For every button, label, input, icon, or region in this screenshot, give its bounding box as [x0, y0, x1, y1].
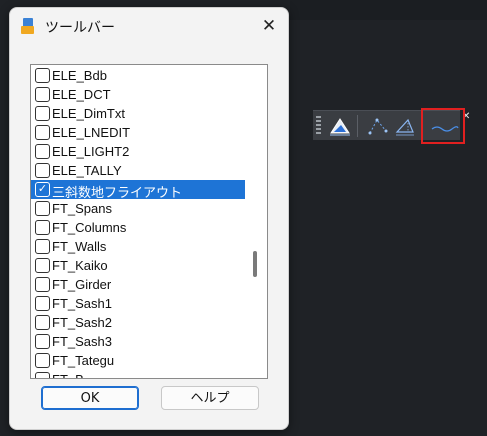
highlight-box — [421, 108, 465, 144]
list-item[interactable]: FT_Tategu — [31, 351, 245, 370]
checkbox[interactable] — [35, 87, 50, 102]
list-item-label: FT_Sash1 — [52, 296, 112, 311]
close-icon[interactable]: ✕ — [256, 13, 282, 39]
app-top-band — [290, 0, 487, 20]
scrollbar-thumb[interactable] — [253, 251, 257, 277]
triangle-dimension-icon[interactable] — [393, 114, 417, 137]
list-item-label: ELE_LIGHT2 — [52, 144, 130, 159]
checkbox[interactable] — [35, 353, 50, 368]
dialog-titlebar[interactable]: ツールバー ✕ — [10, 8, 288, 44]
list-item-label: FT_Columns — [52, 220, 127, 235]
list-item-label: ELE_DCT — [52, 87, 111, 102]
list-item-label: FT_B — [52, 372, 84, 378]
list-item[interactable]: FT_Spans — [31, 199, 245, 218]
toolbar-separator — [357, 115, 358, 137]
list-item[interactable]: FT_B — [31, 370, 245, 378]
app-icon — [21, 18, 37, 34]
checkbox[interactable] — [35, 220, 50, 235]
list-item[interactable]: ✓ 三斜数地フライアウト — [31, 180, 245, 200]
checkbox[interactable] — [35, 239, 50, 254]
checkbox[interactable] — [35, 258, 50, 273]
toolbars-dialog: ツールバー ✕ ELE_Bdb ELE_DCT ELE_DimTxt ELE_LNED… — [9, 7, 289, 430]
list-item[interactable]: FT_Sash1 — [31, 294, 245, 313]
dotted-triangle-icon[interactable] — [366, 114, 390, 137]
checkbox[interactable] — [35, 144, 50, 159]
list-item[interactable]: FT_Columns — [31, 218, 245, 237]
list-item[interactable]: FT_Walls — [31, 237, 245, 256]
checkbox[interactable] — [35, 68, 50, 83]
toolbar-grip-handle[interactable] — [316, 116, 321, 136]
triangle-land-icon[interactable] — [328, 114, 352, 137]
checkbox[interactable] — [35, 201, 50, 216]
checkbox[interactable] — [35, 125, 50, 140]
list-scrollbar[interactable] — [250, 65, 265, 378]
list-item[interactable]: ELE_DimTxt — [31, 104, 245, 123]
list-item[interactable]: FT_Sash3 — [31, 332, 245, 351]
list-item-label: FT_Sash2 — [52, 315, 112, 330]
checkbox[interactable]: ✓ — [35, 182, 50, 197]
list-item-label: FT_Tategu — [52, 353, 115, 368]
list-item-label: FT_Walls — [52, 239, 107, 254]
checkbox[interactable] — [35, 315, 50, 330]
toolbar-list[interactable]: ELE_Bdb ELE_DCT ELE_DimTxt ELE_LNEDIT ELE_LI… — [30, 64, 268, 379]
list-item[interactable]: FT_Sash2 — [31, 313, 245, 332]
list-item-label: FT_Spans — [52, 201, 112, 216]
list-item-label: ELE_DimTxt — [52, 106, 125, 121]
list-item[interactable]: ELE_DCT — [31, 85, 245, 104]
list-item[interactable]: FT_Girder — [31, 275, 245, 294]
list-item-label: FT_Kaiko — [52, 258, 108, 273]
checkbox[interactable] — [35, 163, 50, 178]
dialog-title: ツールバー — [45, 20, 115, 36]
list-item-label: FT_Sash3 — [52, 334, 112, 349]
list-item[interactable]: ELE_Bdb — [31, 66, 245, 85]
list-item-label: ELE_LNEDIT — [52, 125, 131, 140]
checkbox[interactable] — [35, 372, 50, 378]
list-item-label: FT_Girder — [52, 277, 112, 292]
checkbox[interactable] — [35, 277, 50, 292]
list-item[interactable]: ELE_LNEDIT — [31, 123, 245, 142]
list-item[interactable]: ELE_TALLY — [31, 161, 245, 180]
checkbox[interactable] — [35, 296, 50, 311]
checkbox[interactable] — [35, 106, 50, 121]
list-item[interactable]: FT_Kaiko — [31, 256, 245, 275]
list-item-label: ELE_Bdb — [52, 68, 107, 83]
help-button[interactable]: ヘルプ — [161, 386, 259, 410]
ok-button[interactable]: OK — [41, 386, 139, 410]
checkbox[interactable] — [35, 334, 50, 349]
list-item-label: ELE_TALLY — [52, 163, 122, 178]
list-item[interactable]: ELE_LIGHT2 — [31, 142, 245, 161]
